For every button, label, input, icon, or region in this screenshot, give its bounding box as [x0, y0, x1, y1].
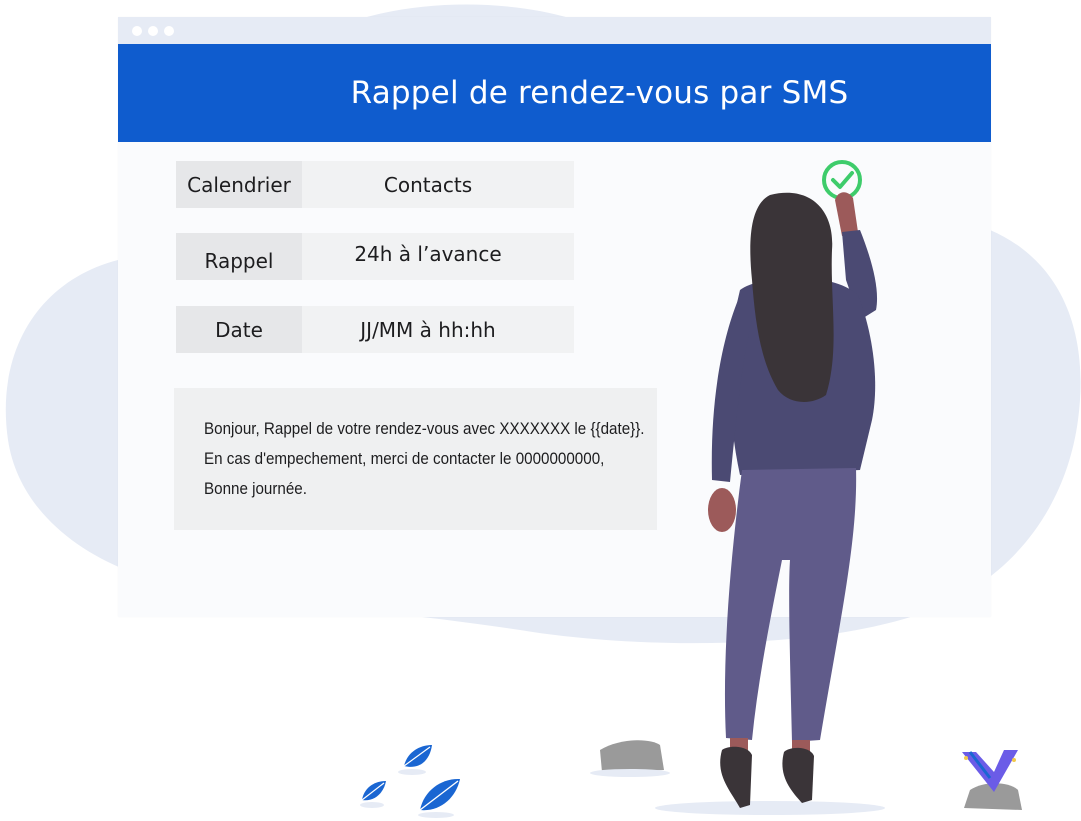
- window-header: Rappel de rendez-vous par SMS: [118, 44, 991, 142]
- message-line: Bonne journée.: [204, 480, 307, 498]
- illustration-stage: Rappel de rendez-vous par SMS Calendrier…: [0, 0, 1081, 821]
- field-label: Date: [176, 306, 302, 353]
- app-window: Rappel de rendez-vous par SMS Calendrier…: [118, 17, 991, 617]
- message-line: En cas d'empechement, merci de contacter…: [204, 450, 605, 468]
- window-dot-icon: [148, 26, 158, 36]
- message-line: Bonjour, Rappel de votre rendez-vous ave…: [204, 420, 645, 438]
- field-label: Calendrier: [176, 161, 302, 208]
- field-row-date[interactable]: Date JJ/MM à hh:hh: [176, 306, 574, 353]
- window-title: Rappel de rendez-vous par SMS: [350, 75, 849, 111]
- field-value[interactable]: Contacts: [302, 161, 574, 208]
- field-value[interactable]: 24h à l’avance: [302, 233, 574, 280]
- window-dot-icon: [164, 26, 174, 36]
- field-row-rappel[interactable]: Rappel 24h à l’avance: [176, 233, 574, 280]
- field-row-calendrier[interactable]: Calendrier Contacts: [176, 161, 574, 208]
- field-label: Rappel: [176, 233, 302, 280]
- window-chrome: [118, 17, 991, 44]
- sms-message-box[interactable]: Bonjour, Rappel de votre rendez-vous ave…: [174, 388, 657, 530]
- field-value[interactable]: JJ/MM à hh:hh: [302, 306, 574, 353]
- window-dot-icon: [132, 26, 142, 36]
